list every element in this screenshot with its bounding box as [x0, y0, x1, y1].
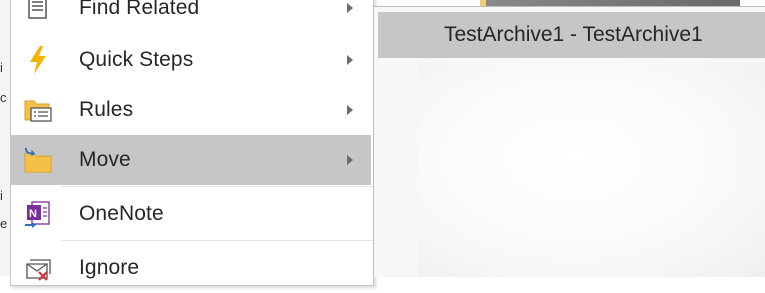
- menu-item-label: Rules: [79, 98, 134, 121]
- menu-item-move[interactable]: Move: [11, 135, 371, 185]
- submenu-arrow-icon: [347, 155, 353, 165]
- submenu-arrow-icon: [347, 3, 353, 13]
- context-menu: Find Related Quick Steps Rules Move N On…: [10, 0, 374, 286]
- menu-item-label: Move: [79, 148, 131, 171]
- background-text-fragment: i: [0, 60, 3, 75]
- background-text-fragment: i: [0, 188, 3, 203]
- menu-item-find-related[interactable]: Find Related: [11, 0, 371, 33]
- submenu-item-label: TestArchive1 - TestArchive1: [444, 23, 703, 46]
- background-text-fragment: c: [0, 90, 7, 105]
- submenu-item-testarchive[interactable]: TestArchive1 - TestArchive1: [378, 12, 765, 58]
- menu-item-label: Find Related: [79, 0, 200, 19]
- menu-item-rules[interactable]: Rules: [11, 85, 371, 135]
- background-text-fragment: e: [0, 216, 8, 231]
- submenu-arrow-icon: [347, 55, 353, 65]
- menu-item-ignore[interactable]: Ignore: [11, 243, 371, 293]
- menu-item-label: Ignore: [79, 256, 140, 279]
- menu-separator: [61, 186, 373, 187]
- ignore-icon: [23, 253, 53, 283]
- move-submenu: TestArchive1 - TestArchive1: [373, 6, 765, 277]
- submenu-arrow-icon: [347, 105, 353, 115]
- find-related-icon: [23, 0, 53, 23]
- menu-item-quick-steps[interactable]: Quick Steps: [11, 35, 371, 85]
- move-folder-icon: [23, 145, 53, 175]
- menu-item-onenote[interactable]: N OneNote: [11, 189, 371, 239]
- submenu-empty-area: [418, 63, 765, 277]
- rules-icon: [23, 95, 53, 125]
- svg-text:N: N: [29, 208, 37, 220]
- menu-separator: [61, 240, 373, 241]
- menu-item-label: Quick Steps: [79, 48, 194, 71]
- menu-item-label: OneNote: [79, 202, 164, 225]
- onenote-icon: N: [23, 199, 53, 229]
- lightning-icon: [23, 45, 53, 75]
